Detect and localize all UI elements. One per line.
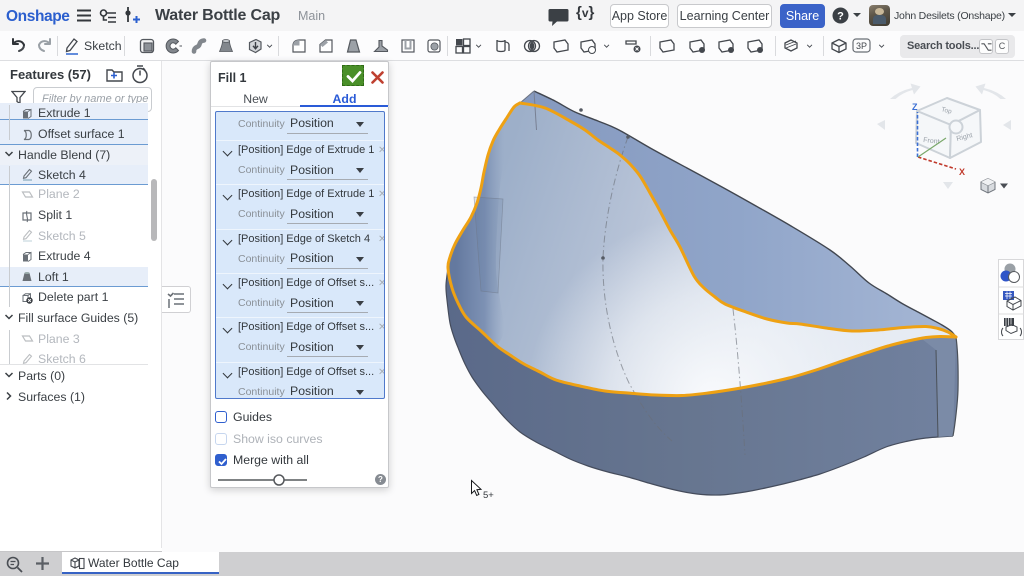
svg-text:3P: 3P (856, 41, 867, 51)
svg-text:?: ? (378, 475, 383, 484)
svg-text:X: X (959, 167, 965, 177)
svg-text:Z: Z (912, 102, 918, 112)
svg-text:?: ? (837, 11, 844, 23)
svg-text:5+: 5+ (483, 490, 494, 501)
